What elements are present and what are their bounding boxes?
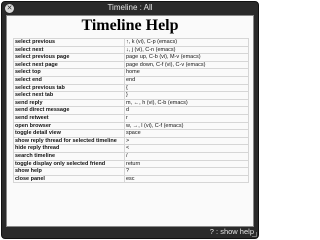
command-label: close panel — [13, 174, 125, 184]
shortcut-row: send direct message d — [13, 106, 249, 115]
shortcut-row: select previous page page up, C-b (vi), M… — [13, 53, 249, 62]
shortcut-row: open browser w, →, l (vi), C-f (emacs) — [13, 121, 249, 131]
shortcut-keys: esc — [124, 174, 249, 184]
shortcut-keys: home — [124, 68, 249, 77]
command-label: select top — [13, 68, 125, 77]
shortcut-row: send retweet r — [13, 113, 249, 123]
shortcut-keys: ↓, j (vi), C-n (emacs) — [124, 45, 249, 55]
shortcut-row: toggle detail view space — [13, 129, 249, 138]
shortcut-row: select previous tab{ — [13, 83, 249, 93]
command-label: select previous — [13, 38, 125, 47]
shortcut-keys: d — [124, 106, 249, 115]
shortcut-row: show help? — [13, 167, 249, 176]
status-text: ? : show help — [209, 227, 254, 236]
shortcut-keys: > — [124, 136, 249, 146]
shortcut-row: search timeline / — [13, 151, 249, 161]
title-bar[interactable]: ✕ Timeline : All — [2, 2, 258, 14]
command-label: show help — [13, 167, 125, 176]
timeline-window: ✕ Timeline : All Timeline Help select pr… — [1, 1, 259, 239]
shortcut-row: select next tab} — [13, 91, 249, 100]
command-label: select previous page — [13, 53, 125, 62]
help-heading: Timeline Help — [81, 17, 179, 34]
command-label: toggle display only selected friend — [13, 159, 125, 169]
command-label: toggle detail view — [13, 129, 125, 138]
shortcut-keys: / — [124, 151, 249, 161]
help-panel: Timeline Help select previous ↑, k (vi), … — [6, 15, 254, 227]
shortcut-table: select previous ↑, k (vi), C-p (emacs) sel… — [13, 38, 249, 184]
shortcut-row: hide reply thread < — [13, 144, 249, 153]
command-label: hide reply thread — [13, 144, 125, 153]
command-label: select next tab — [13, 91, 125, 100]
command-label: show reply thread for selected timeline — [13, 136, 125, 146]
shortcut-row: toggle display only selected friend retur… — [13, 159, 249, 169]
shortcut-keys: return — [124, 159, 249, 169]
command-label: select end — [13, 75, 125, 85]
command-label: send reply — [13, 98, 125, 108]
shortcut-row: select next page page down, C-f (vi), C-v… — [13, 60, 249, 70]
shortcut-keys: r — [124, 113, 249, 123]
shortcut-keys: { — [124, 83, 249, 93]
shortcut-row: show reply thread for selected timeline > — [13, 136, 249, 146]
close-icon[interactable]: ✕ — [5, 4, 14, 13]
command-label: send direct message — [13, 106, 125, 115]
command-label: open browser — [13, 121, 125, 131]
shortcut-keys: ? — [124, 167, 249, 176]
command-label: send retweet — [13, 113, 125, 123]
shortcut-keys: page down, C-f (vi), C-v (emacs) — [124, 60, 249, 70]
shortcut-row: send reply m, ←, h (vi), C-b (emacs) — [13, 98, 249, 108]
command-label: select previous tab — [13, 83, 125, 93]
shortcut-row: select previous ↑, k (vi), C-p (emacs) — [13, 38, 249, 47]
command-label: select next page — [13, 60, 125, 70]
command-label: search timeline — [13, 151, 125, 161]
shortcut-keys: ↑, k (vi), C-p (emacs) — [124, 38, 249, 47]
status-bar: ? : show help — [2, 225, 258, 238]
shortcut-keys: m, ←, h (vi), C-b (emacs) — [124, 98, 249, 108]
shortcut-row: select top home — [13, 68, 249, 77]
command-label: select next — [13, 45, 125, 55]
shortcut-keys: w, →, l (vi), C-f (emacs) — [124, 121, 249, 131]
shortcut-keys: space — [124, 129, 249, 138]
resize-grip-icon[interactable] — [252, 232, 257, 237]
shortcut-row: select next ↓, j (vi), C-n (emacs) — [13, 45, 249, 55]
shortcut-keys: } — [124, 91, 249, 100]
shortcut-keys: end — [124, 75, 249, 85]
shortcut-keys: page up, C-b (vi), M-v (emacs) — [124, 53, 249, 62]
window-title: Timeline : All — [107, 3, 153, 12]
shortcut-row: select end end — [13, 75, 249, 85]
shortcut-keys: < — [124, 144, 249, 153]
shortcut-row: close panel esc — [13, 174, 249, 184]
